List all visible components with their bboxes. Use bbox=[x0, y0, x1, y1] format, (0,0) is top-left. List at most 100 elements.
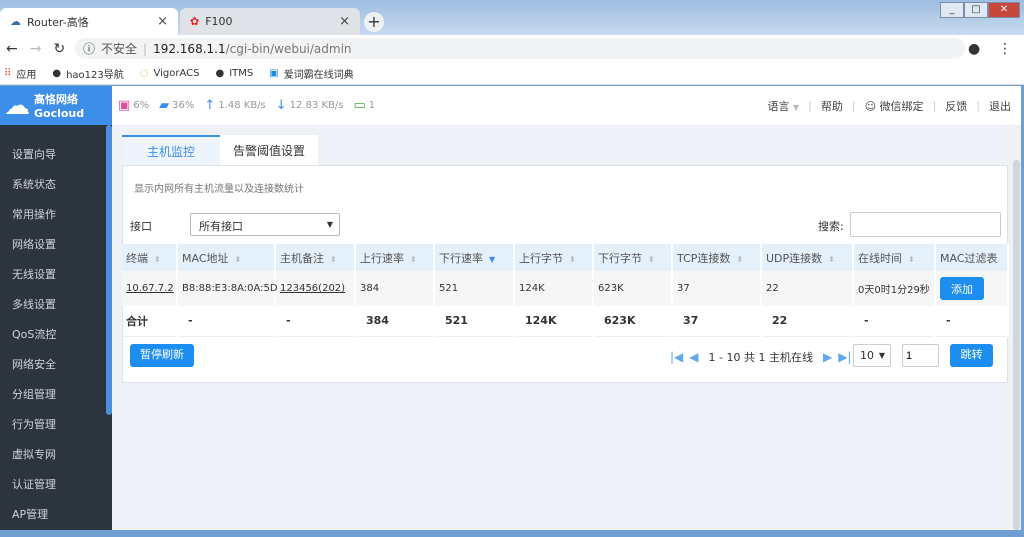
page-number-input[interactable] bbox=[902, 344, 939, 367]
column-header[interactable]: 在线时间 ⬍ bbox=[853, 244, 936, 271]
last-page-icon[interactable]: ▶| bbox=[838, 350, 851, 364]
bookmark-apps[interactable]: ⠿ 应用 bbox=[4, 66, 36, 81]
sidebar-item[interactable]: 无线设置 bbox=[12, 266, 56, 282]
column-header[interactable]: 上行字节 ⬍ bbox=[514, 244, 594, 271]
sidebar-item[interactable]: QoS流控 bbox=[12, 326, 56, 342]
column-header[interactable]: TCP连接数 ⬍ bbox=[672, 244, 762, 271]
next-page-icon[interactable]: ▶ bbox=[823, 350, 832, 364]
sort-icon[interactable]: ⬍ bbox=[569, 255, 576, 264]
table-cell: 10.67.7.2 bbox=[122, 271, 178, 306]
sidebar-item[interactable]: 设置向导 bbox=[12, 146, 56, 162]
page-size-select[interactable]: 10 ▼ bbox=[853, 344, 891, 367]
column-header[interactable]: 上行速率 ⬍ bbox=[355, 244, 435, 271]
back-icon[interactable]: ← bbox=[6, 41, 18, 57]
bookmark-itms[interactable]: ● ITMS bbox=[215, 68, 253, 79]
table-cell: 623K bbox=[593, 271, 673, 306]
interface-select[interactable]: 所有接口 ▼ bbox=[190, 213, 340, 236]
vigor-icon: ◌ bbox=[139, 67, 149, 79]
sidebar-item[interactable]: 系统状态 bbox=[12, 176, 56, 192]
bookmark-hao123[interactable]: ● hao123导航 bbox=[52, 66, 123, 81]
column-header[interactable]: 下行速率 ▼ bbox=[434, 244, 515, 271]
tab-host-monitor[interactable]: 主机监控 bbox=[122, 135, 220, 166]
sort-icon[interactable]: ⬍ bbox=[235, 255, 242, 264]
sidebar-item[interactable]: 网络安全 bbox=[12, 356, 56, 372]
menu-icon[interactable]: ⋮ bbox=[998, 41, 1012, 57]
sidebar-item[interactable]: 分组管理 bbox=[12, 386, 56, 402]
logo: ☁ 高恪网络 Gocloud bbox=[0, 86, 112, 125]
host-ip-link[interactable]: 10.67.7.2 bbox=[126, 283, 174, 294]
top-status-bar: ▣ 6% ▰ 36% ↑ 1.48 KB/s ↓ 12.83 KB/s ▭ 1 语言 ▼ |… bbox=[112, 86, 1021, 125]
pagination: |◀ ◀ 1 - 10 共 1 主机在线 ▶ ▶| bbox=[670, 349, 851, 365]
total-cell: - bbox=[935, 306, 1009, 337]
browser-tab-router[interactable]: ☁ Router-高恪 × bbox=[0, 8, 178, 35]
sort-icon[interactable]: ⬍ bbox=[648, 255, 655, 264]
close-tab-icon[interactable]: × bbox=[157, 14, 168, 29]
table-cell: 384 bbox=[355, 271, 435, 306]
bookmark-vigoracs[interactable]: ◌ VigorACS bbox=[140, 68, 200, 79]
sidebar-item[interactable]: 认证管理 bbox=[12, 476, 56, 492]
help-link[interactable]: 帮助 bbox=[821, 98, 843, 114]
logout-link[interactable]: 退出 bbox=[989, 98, 1011, 114]
column-header[interactable]: 下行字节 ⬍ bbox=[593, 244, 673, 271]
pause-refresh-button[interactable]: 暂停刷新 bbox=[130, 344, 194, 367]
total-cell: 合计 bbox=[122, 306, 178, 337]
column-header[interactable]: 主机备注 ⬍ bbox=[275, 244, 356, 271]
column-header: MAC过滤表 bbox=[935, 244, 1009, 271]
sort-icon[interactable]: ▼ bbox=[489, 255, 495, 264]
column-header[interactable]: 终端 ⬍ bbox=[122, 244, 178, 271]
sidebar-item[interactable]: 网络设置 bbox=[12, 236, 56, 252]
sort-icon[interactable]: ⬍ bbox=[330, 255, 337, 264]
search-input[interactable] bbox=[850, 212, 1001, 237]
reload-icon[interactable]: ↻ bbox=[53, 41, 65, 57]
interface-label: 接口 bbox=[130, 220, 152, 233]
sidebar-item[interactable]: AP管理 bbox=[12, 506, 48, 522]
chevron-down-icon: ▼ bbox=[326, 220, 333, 229]
maximize-button[interactable]: □ bbox=[964, 2, 988, 18]
total-cell: 384 bbox=[355, 306, 435, 337]
panel-description: 显示内网所有主机流量以及连接数统计 bbox=[134, 184, 304, 195]
column-header[interactable]: MAC地址 ⬍ bbox=[177, 244, 276, 271]
memory-icon: ▰ bbox=[159, 98, 170, 113]
table-cell: 37 bbox=[672, 271, 762, 306]
tab-alarm-threshold[interactable]: 告警阈值设置 bbox=[220, 135, 318, 166]
bookmark-iciba[interactable]: ▣ 爱词霸在线词典 bbox=[269, 66, 353, 81]
jump-button[interactable]: 跳转 bbox=[950, 344, 993, 367]
close-tab-icon[interactable]: × bbox=[339, 14, 350, 29]
minimize-button[interactable]: _ bbox=[940, 2, 964, 18]
first-page-icon[interactable]: |◀ bbox=[670, 350, 683, 364]
sort-icon[interactable]: ⬍ bbox=[736, 255, 743, 264]
prev-page-icon[interactable]: ◀ bbox=[689, 350, 698, 364]
sidebar-scrollbar[interactable] bbox=[106, 125, 112, 415]
add-mac-filter-button[interactable]: 添加 bbox=[940, 277, 984, 300]
sidebar-item[interactable]: 行为管理 bbox=[12, 416, 56, 432]
table-cell: 123456(202) bbox=[275, 271, 356, 306]
table-cell: 124K bbox=[514, 271, 594, 306]
cloud-icon: ☁ bbox=[10, 15, 21, 28]
total-row: 合计 - -384 521 124K 623K 37 22- - bbox=[122, 306, 1009, 337]
table-cell: 22 bbox=[761, 271, 854, 306]
iciba-icon: ▣ bbox=[269, 67, 279, 79]
browser-tab-f100[interactable]: ✿ F100 × bbox=[180, 8, 360, 35]
bookmarks-bar: ⠿ 应用 ● hao123导航 ◌ VigorACS ● ITMS ▣ 爱词霸在线词典 bbox=[0, 62, 1024, 85]
host-note-link[interactable]: 123456(202) bbox=[280, 283, 345, 294]
feedback-link[interactable]: 反馈 bbox=[945, 98, 967, 114]
forward-icon[interactable]: → bbox=[30, 41, 42, 57]
sidebar-item[interactable]: 多线设置 bbox=[12, 296, 56, 312]
column-header[interactable]: UDP连接数 ⬍ bbox=[761, 244, 854, 271]
globe-icon: ● bbox=[215, 67, 225, 79]
close-window-button[interactable]: ✕ bbox=[988, 2, 1020, 18]
sort-icon[interactable]: ⬍ bbox=[410, 255, 417, 264]
wechat-bind-link[interactable]: ☺ 微信绑定 bbox=[865, 98, 924, 114]
new-tab-button[interactable]: + bbox=[364, 12, 384, 32]
sort-icon[interactable]: ⬍ bbox=[828, 255, 835, 264]
language-menu[interactable]: 语言 ▼ bbox=[768, 98, 800, 114]
sort-icon[interactable]: ⬍ bbox=[154, 255, 161, 264]
sidebar-item[interactable]: 常用操作 bbox=[12, 206, 56, 222]
page-scrollbar[interactable] bbox=[1013, 160, 1020, 530]
table-cell: B8:88:E3:8A:0A:5D bbox=[177, 271, 278, 306]
sort-icon[interactable]: ⬍ bbox=[908, 255, 915, 264]
account-icon[interactable]: ● bbox=[968, 41, 980, 57]
sidebar-item[interactable]: 虚拟专网 bbox=[12, 446, 56, 462]
download-icon: ↓ bbox=[275, 98, 287, 113]
url-input[interactable]: ⓘ 不安全 | 192.168.1.1/cgi-bin/webui/admin bbox=[75, 38, 965, 59]
